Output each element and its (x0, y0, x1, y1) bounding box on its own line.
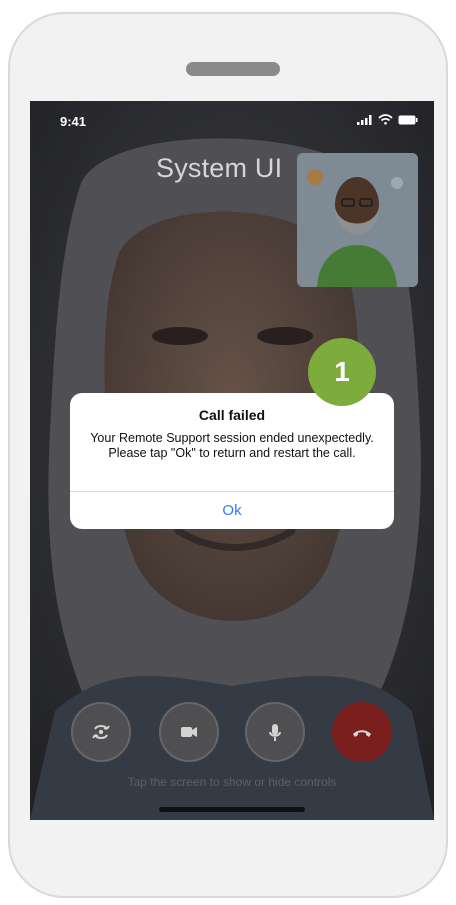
microphone-toggle-button[interactable] (245, 702, 305, 762)
self-video-preview[interactable] (297, 153, 418, 287)
wifi-icon (378, 114, 393, 125)
microphone-icon (269, 724, 281, 741)
ok-button[interactable]: Ok (70, 492, 394, 529)
phone-speaker (186, 62, 280, 76)
end-call-icon (353, 730, 371, 737)
dialog-title: Call failed (198, 407, 266, 423)
app-root: 9:41 System UI 1 Call failed Your Remote… (0, 0, 456, 905)
battery-icon (398, 115, 418, 124)
switch-camera-button[interactable] (71, 702, 131, 762)
status-icons (357, 114, 418, 125)
home-indicator[interactable] (159, 807, 305, 812)
camera-switch-icon (92, 725, 110, 739)
video-toggle-button[interactable] (159, 702, 219, 762)
call-failed-dialog: Call failed Your Remote Support session … (70, 393, 394, 529)
video-camera-icon (181, 727, 197, 737)
cellular-signal-icon (357, 114, 372, 125)
end-call-button[interactable] (332, 702, 392, 762)
dialog-message: Your Remote Support session ended unexpe… (90, 431, 374, 460)
system-ui-title: System UI (156, 153, 283, 183)
status-time: 9:41 (60, 114, 87, 129)
step-number-badge: 1 (308, 338, 376, 406)
self-video-image (297, 153, 418, 287)
call-controls (30, 702, 434, 766)
phone-screen[interactable]: 9:41 System UI 1 Call failed Your Remote… (30, 101, 434, 820)
controls-hint-text: Tap the screen to show or hide controls (127, 775, 337, 789)
